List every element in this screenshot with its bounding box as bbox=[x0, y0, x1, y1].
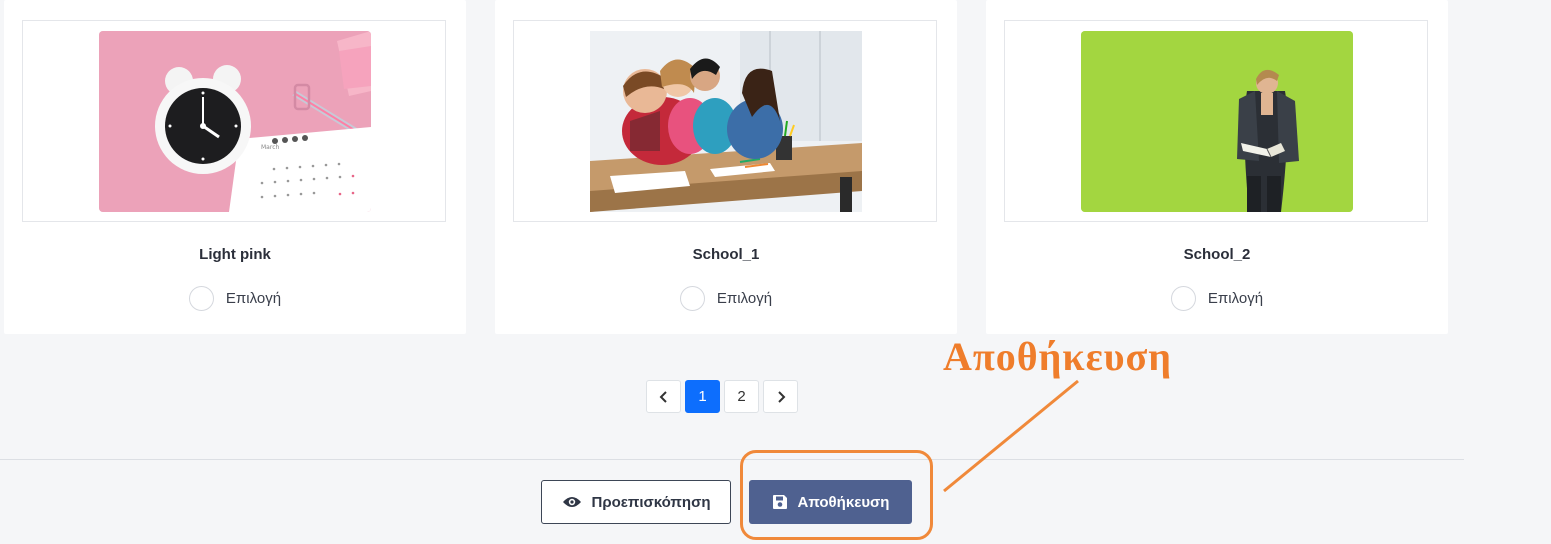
annotation-arrow-line bbox=[943, 379, 1079, 493]
annotation-label: Αποθήκευση bbox=[943, 334, 1172, 379]
